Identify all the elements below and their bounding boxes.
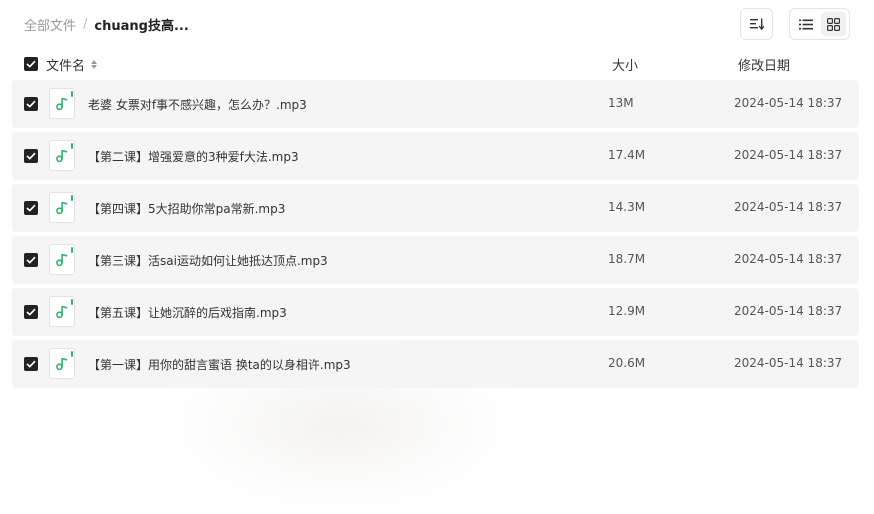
column-header-size[interactable]: 大小 (612, 55, 638, 74)
check-icon (26, 152, 36, 160)
file-row[interactable]: 老婆 女票对f事不感兴趣，怎么办？.mp3 13M 2024-05-14 18:… (12, 80, 859, 128)
audio-file-icon (49, 192, 75, 223)
file-row[interactable]: 【第三课】活sai运动如何让她抵达顶点.mp3 18.7M 2024-05-14… (12, 236, 859, 284)
file-name[interactable]: 【第三课】活sai运动如何让她抵达顶点.mp3 (88, 252, 328, 269)
file-row-checkbox[interactable] (24, 357, 38, 371)
file-size: 13M (608, 96, 634, 110)
audio-file-icon (49, 244, 75, 275)
file-row-checkbox[interactable] (24, 97, 38, 111)
file-list: 老婆 女票对f事不感兴趣，怎么办？.mp3 13M 2024-05-14 18:… (12, 80, 859, 392)
file-name[interactable]: 老婆 女票对f事不感兴趣，怎么办？.mp3 (88, 96, 307, 113)
column-header-name[interactable]: 文件名 (46, 55, 98, 74)
file-row-checkbox[interactable] (24, 253, 38, 267)
column-header-date[interactable]: 修改日期 (738, 55, 790, 74)
grid-view-button[interactable] (820, 12, 846, 36)
column-header-name-label: 文件名 (46, 59, 86, 74)
list-view-button[interactable] (793, 12, 819, 36)
sort-arrows-icon (91, 60, 98, 69)
file-size: 18.7M (608, 252, 646, 266)
file-modified-date: 2024-05-14 18:37 (734, 200, 843, 214)
file-modified-date: 2024-05-14 18:37 (734, 252, 843, 266)
file-row[interactable]: 【第二课】增强爱意的3种爱f大法.mp3 17.4M 2024-05-14 18… (12, 132, 859, 180)
breadcrumb-separator: / (83, 16, 88, 32)
audio-file-icon (49, 296, 75, 327)
sort-button[interactable] (740, 8, 773, 40)
list-view-icon (798, 19, 813, 29)
file-size: 12.9M (608, 304, 646, 318)
breadcrumb-root-link[interactable]: 全部文件 (24, 15, 76, 34)
audio-file-icon (49, 348, 75, 379)
file-size: 14.3M (608, 200, 646, 214)
check-icon (26, 308, 36, 316)
file-row-checkbox[interactable] (24, 305, 38, 319)
file-modified-date: 2024-05-14 18:37 (734, 96, 843, 110)
file-name[interactable]: 【第二课】增强爱意的3种爱f大法.mp3 (88, 148, 299, 165)
check-icon (26, 60, 36, 68)
check-icon (26, 360, 36, 368)
audio-file-icon (49, 140, 75, 171)
file-list-header: 文件名 大小 修改日期 (24, 55, 854, 74)
check-icon (26, 204, 36, 212)
breadcrumb: 全部文件 / chuang技高... (24, 15, 189, 34)
grid-view-icon (826, 17, 840, 31)
file-modified-date: 2024-05-14 18:37 (734, 304, 843, 318)
check-icon (26, 100, 36, 108)
breadcrumb-current-folder: chuang技高... (94, 18, 189, 34)
file-row[interactable]: 【第一课】用你的甜言蜜语 换ta的以身相许.mp3 20.6M 2024-05-… (12, 340, 859, 388)
file-size: 17.4M (608, 148, 646, 162)
check-icon (26, 256, 36, 264)
file-name[interactable]: 【第一课】用你的甜言蜜语 换ta的以身相许.mp3 (88, 356, 351, 373)
file-row-checkbox[interactable] (24, 201, 38, 215)
file-name[interactable]: 【第五课】让她沉醉的后戏指南.mp3 (88, 304, 287, 321)
audio-file-icon (49, 88, 75, 119)
file-modified-date: 2024-05-14 18:37 (734, 148, 843, 162)
file-row-checkbox[interactable] (24, 149, 38, 163)
file-modified-date: 2024-05-14 18:37 (734, 356, 843, 370)
file-name[interactable]: 【第四课】5大招助你常pa常新.mp3 (88, 200, 285, 217)
file-row[interactable]: 【第五课】让她沉醉的后戏指南.mp3 12.9M 2024-05-14 18:3… (12, 288, 859, 336)
file-size: 20.6M (608, 356, 646, 370)
sort-icon (749, 18, 764, 30)
view-toggle-group (789, 8, 850, 40)
select-all-checkbox[interactable] (24, 57, 38, 71)
file-row[interactable]: 【第四课】5大招助你常pa常新.mp3 14.3M 2024-05-14 18:… (12, 184, 859, 232)
